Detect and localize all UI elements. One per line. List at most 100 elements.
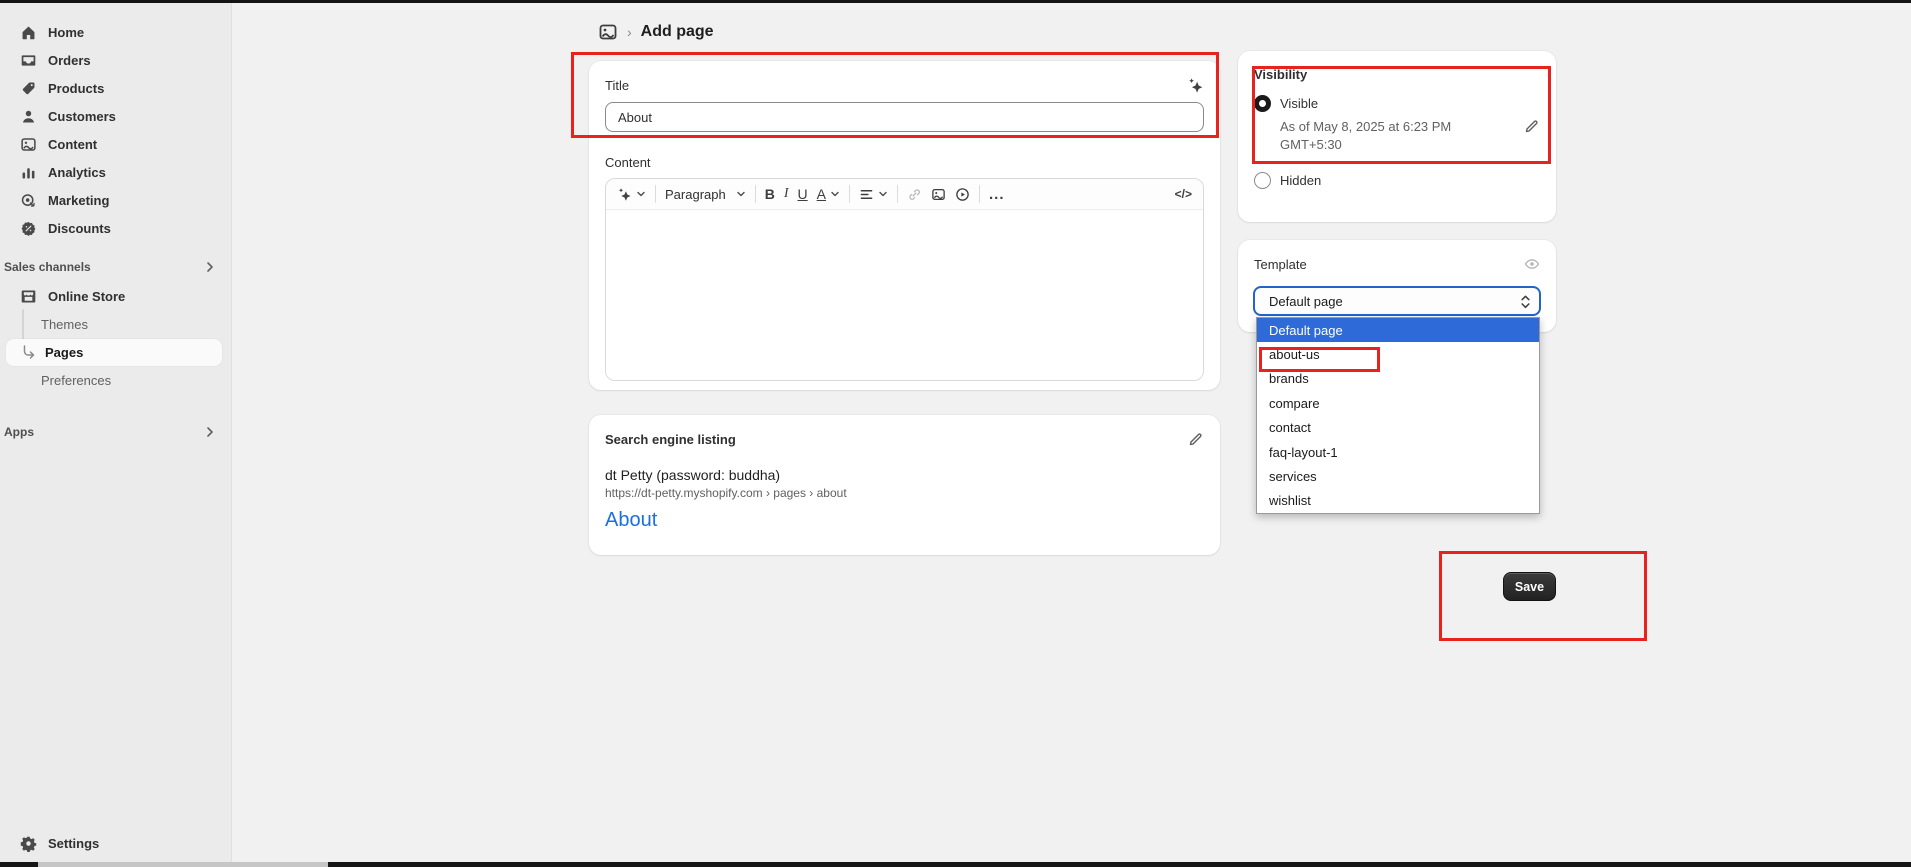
shopify-admin-window: Home Orders Products Customers Content A… xyxy=(0,0,1911,867)
save-button[interactable]: Save xyxy=(1503,572,1556,601)
sidebar-item-label: Products xyxy=(48,81,104,96)
chevron-down-icon xyxy=(878,189,888,199)
tree-connector-line xyxy=(22,309,24,343)
apps-section[interactable]: Apps xyxy=(4,425,216,439)
sidebar-item-preferences[interactable]: Preferences xyxy=(41,367,111,393)
sidebar-item-analytics[interactable]: Analytics xyxy=(6,158,222,186)
radio-unselected-icon xyxy=(1254,172,1271,189)
visible-date-note: As of May 8, 2025 at 6:23 PM GMT+5:30 xyxy=(1280,118,1480,154)
dropdown-option-about-us[interactable]: about-us xyxy=(1257,342,1539,366)
paragraph-style-dropdown[interactable]: Paragraph xyxy=(665,187,746,202)
more-options-button[interactable]: ... xyxy=(989,186,1005,203)
ai-sparkle-icon[interactable] xyxy=(1187,77,1204,94)
sidebar-item-label: Content xyxy=(48,137,97,152)
content-media-icon xyxy=(19,135,37,153)
sidebar-item-label: Home xyxy=(48,25,84,40)
page-title: Add page xyxy=(641,23,714,41)
underline-button[interactable]: U xyxy=(798,186,808,202)
select-stepper-icon xyxy=(1520,293,1531,310)
sidebar-item-orders[interactable]: Orders xyxy=(6,46,222,74)
apps-heading: Apps xyxy=(4,425,34,439)
sidebar-item-label: Customers xyxy=(48,109,116,124)
sidebar-item-label: Orders xyxy=(48,53,91,68)
breadcrumb: › Add page xyxy=(598,22,714,42)
dropdown-option-contact[interactable]: contact xyxy=(1257,416,1539,440)
toolbar-divider xyxy=(849,185,850,203)
toolbar-divider xyxy=(755,185,756,203)
rich-text-editor: Paragraph B I U A xyxy=(605,178,1204,381)
dropdown-option-wishlist[interactable]: wishlist xyxy=(1257,489,1539,513)
ai-sparkle-button[interactable] xyxy=(617,187,646,202)
sidebar-item-pages[interactable]: Pages xyxy=(6,339,222,366)
sidebar-item-discounts[interactable]: Discounts xyxy=(6,214,222,242)
seo-page-title-link[interactable]: About xyxy=(605,509,1204,532)
video-play-icon xyxy=(955,187,970,202)
sidebar-item-online-store[interactable]: Online Store xyxy=(6,282,222,310)
dropdown-option-faq-layout-1[interactable]: faq-layout-1 xyxy=(1257,440,1539,464)
insert-link-button[interactable] xyxy=(907,187,922,202)
sidebar-item-home[interactable]: Home xyxy=(6,18,222,46)
seo-site-line: dt Petty (password: buddha) xyxy=(605,467,1204,483)
seo-card: Search engine listing dt Petty (password… xyxy=(589,415,1220,555)
online-store-icon xyxy=(19,287,37,305)
content-editor-area[interactable] xyxy=(606,210,1203,380)
chevron-down-icon xyxy=(736,189,746,199)
page-favicon-icon[interactable] xyxy=(598,22,618,42)
edit-pencil-icon[interactable] xyxy=(1188,431,1204,447)
template-select[interactable]: Default page xyxy=(1253,286,1541,316)
toolbar-divider xyxy=(897,185,898,203)
seo-url-line: https://dt-petty.myshopify.com › pages ›… xyxy=(605,486,1204,500)
dropdown-option-compare[interactable]: compare xyxy=(1257,391,1539,415)
elbow-arrow-icon xyxy=(21,345,37,361)
dropdown-option-default-page[interactable]: Default page xyxy=(1257,318,1539,342)
template-heading: Template xyxy=(1254,257,1307,272)
sidebar-item-products[interactable]: Products xyxy=(6,74,222,102)
sidebar-item-label: Settings xyxy=(48,836,99,851)
visible-label: Visible xyxy=(1280,96,1318,111)
home-icon xyxy=(19,23,37,41)
toolbar-divider xyxy=(979,185,980,203)
title-input[interactable] xyxy=(605,102,1204,132)
code-view-button[interactable]: </> xyxy=(1175,187,1192,201)
content-label: Content xyxy=(605,155,1204,170)
sidebar-item-marketing[interactable]: Marketing xyxy=(6,186,222,214)
dropdown-option-services[interactable]: services xyxy=(1257,464,1539,488)
sidebar-item-label: Themes xyxy=(41,317,88,332)
sidebar-item-label: Preferences xyxy=(41,373,111,388)
sidebar-item-customers[interactable]: Customers xyxy=(6,102,222,130)
insert-image-button[interactable] xyxy=(931,187,946,202)
visible-radio-option[interactable]: Visible xyxy=(1254,95,1540,112)
hidden-label: Hidden xyxy=(1280,173,1321,188)
chevron-down-icon xyxy=(830,189,840,199)
text-color-button[interactable]: A xyxy=(817,186,840,202)
text-color-label: A xyxy=(817,186,826,202)
radio-selected-icon xyxy=(1254,95,1271,112)
dropdown-option-brands[interactable]: brands xyxy=(1257,367,1539,391)
sidebar-item-label: Discounts xyxy=(48,221,111,236)
paragraph-label: Paragraph xyxy=(665,187,726,202)
seo-heading: Search engine listing xyxy=(605,432,736,447)
window-top-border xyxy=(0,0,1911,3)
sidebar-item-themes[interactable]: Themes xyxy=(41,311,88,337)
sidebar-item-content[interactable]: Content xyxy=(6,130,222,158)
template-dropdown-list: Default page about-us brands compare con… xyxy=(1256,317,1540,514)
chevron-right-icon xyxy=(204,261,216,273)
insert-video-button[interactable] xyxy=(955,187,970,202)
bold-button[interactable]: B xyxy=(765,186,775,202)
customers-person-icon xyxy=(19,107,37,125)
visibility-heading: Visibility xyxy=(1254,67,1540,82)
alignment-button[interactable] xyxy=(859,187,888,202)
hidden-radio-option[interactable]: Hidden xyxy=(1254,172,1540,189)
orders-icon xyxy=(19,51,37,69)
gear-icon xyxy=(19,834,37,852)
sidebar-item-label: Pages xyxy=(45,345,83,360)
editor-toolbar: Paragraph B I U A xyxy=(606,179,1203,210)
sidebar-item-settings[interactable]: Settings xyxy=(6,829,222,857)
edit-pencil-icon[interactable] xyxy=(1524,118,1540,134)
sales-channels-section[interactable]: Sales channels xyxy=(4,260,216,274)
title-content-card: Title Content Paragraph B I U xyxy=(589,61,1220,390)
horizontal-scrollbar-thumb[interactable] xyxy=(38,862,328,867)
eye-icon xyxy=(1524,256,1540,272)
discounts-badge-icon xyxy=(19,219,37,237)
italic-button[interactable]: I xyxy=(784,186,789,202)
